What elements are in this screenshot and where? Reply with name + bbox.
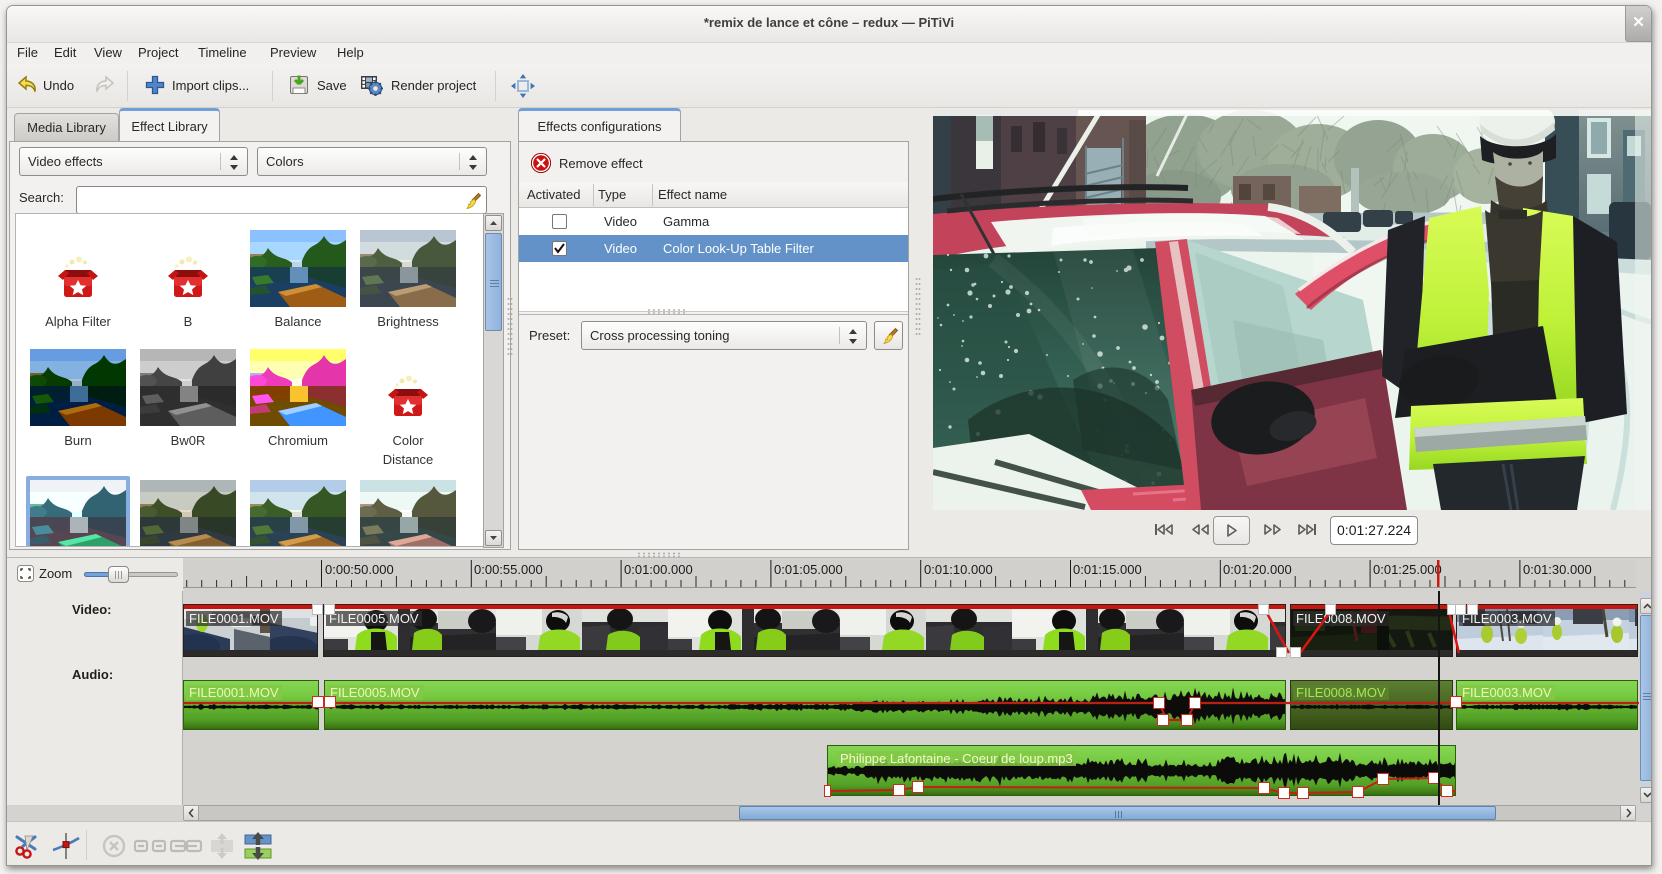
svg-text:0:00:50.000: 0:00:50.000	[325, 562, 394, 577]
svg-text:0:01:00.000: 0:01:00.000	[624, 562, 693, 577]
svg-text:0:01:25.000: 0:01:25.000	[1373, 562, 1442, 577]
svg-text:0:00:55.000: 0:00:55.000	[474, 562, 543, 577]
svg-text:0:01:05.000: 0:01:05.000	[774, 562, 843, 577]
svg-text:0:01:30.000: 0:01:30.000	[1523, 562, 1592, 577]
svg-text:0:01:10.000: 0:01:10.000	[924, 562, 993, 577]
svg-text:0:01:15.000: 0:01:15.000	[1073, 562, 1142, 577]
svg-text:0:01:20.000: 0:01:20.000	[1223, 562, 1292, 577]
